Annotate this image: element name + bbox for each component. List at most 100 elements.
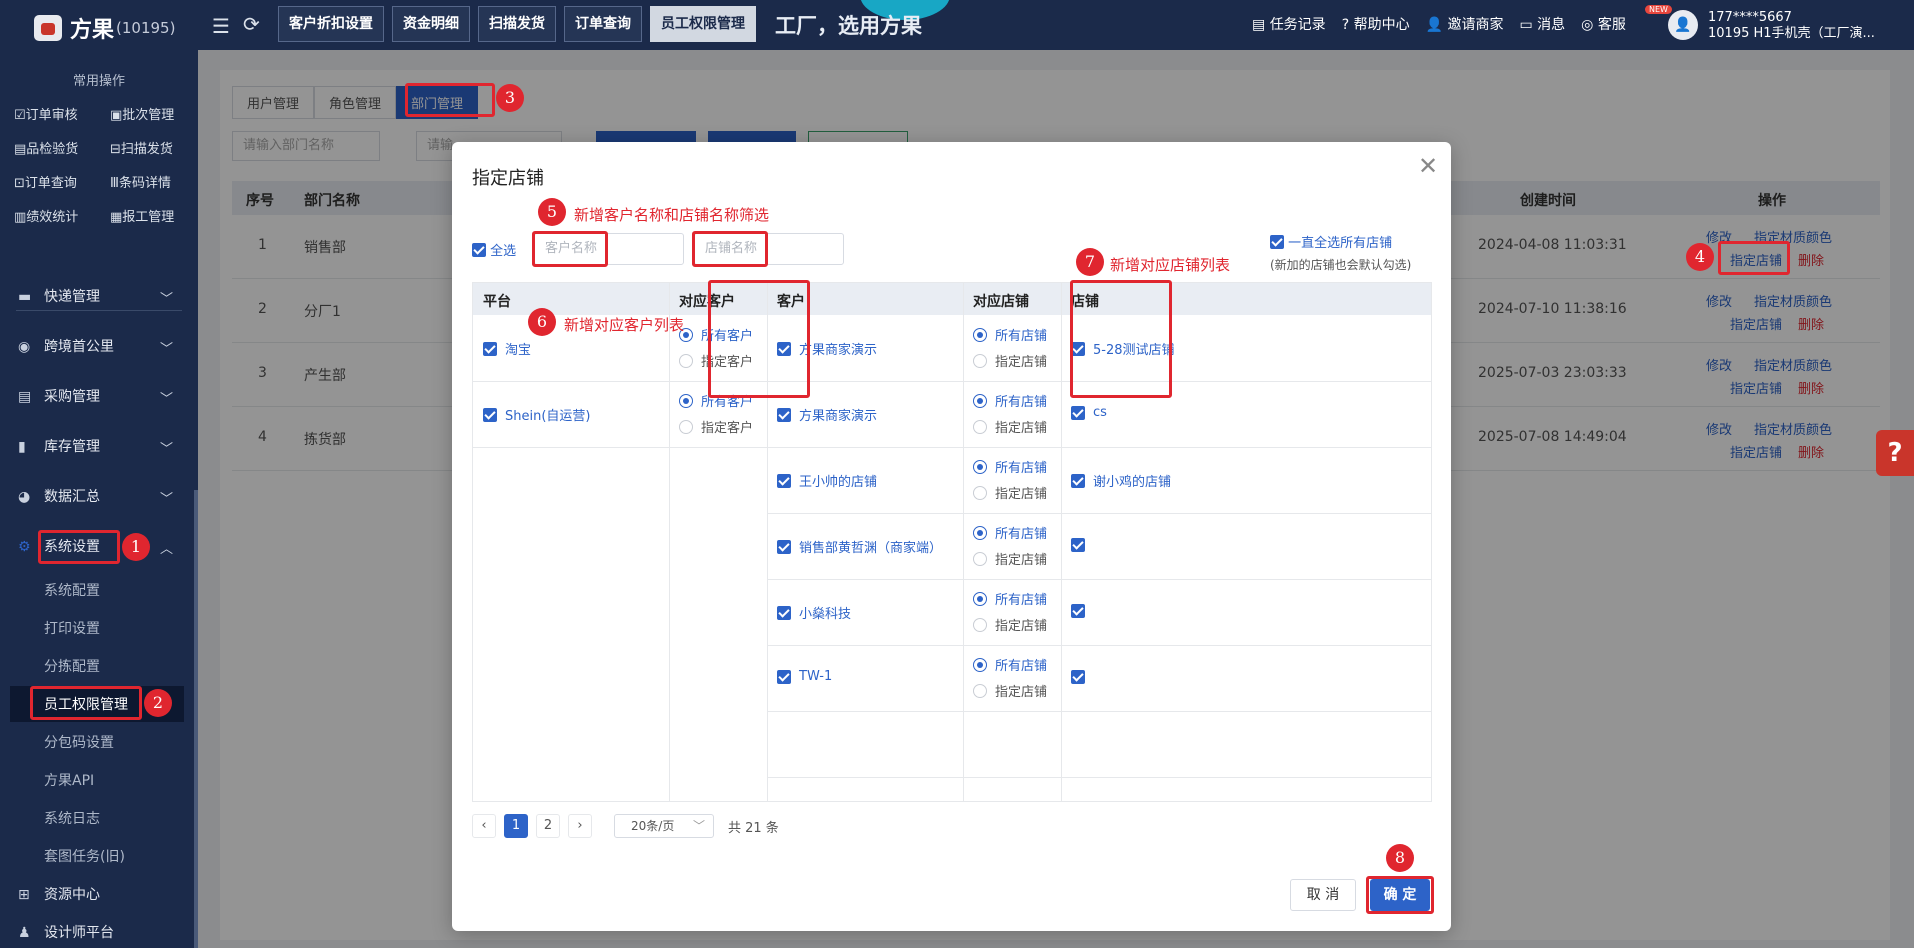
top-tab-discount[interactable]: 客户折扣设置 [278,6,384,42]
dialog-title: 指定店铺 [472,168,544,189]
radio-icon [973,459,987,474]
cancel-button[interactable]: 取 消 [1290,879,1356,911]
user-avatar-icon[interactable]: 👤 [1668,10,1698,40]
quick-scan-ship[interactable]: ⊟扫描发货 [110,138,173,157]
prev-page-button[interactable]: ‹ [472,814,496,838]
all-shops-radio[interactable]: 所有店铺 [973,523,1047,542]
inventory-icon: ▮ [18,439,26,455]
customer-checkbox[interactable]: 小燊科技 [777,603,851,622]
sidebar-item-crossborder[interactable]: ◉ 跨境首公里 [18,336,114,356]
radio-icon [973,327,987,342]
all-shops-radio[interactable]: 所有店铺 [973,391,1047,410]
sidebar-sub-print-settings[interactable]: 打印设置 [44,618,100,638]
chevron-up-icon: ︿ [160,542,174,557]
specified-shops-radio[interactable]: 指定店铺 [973,549,1047,568]
specified-customers-radio[interactable]: 指定客户 [679,417,753,436]
close-icon[interactable]: ✕ [1418,152,1438,180]
customer-label: 小燊科技 [799,607,852,622]
menu-toggle-icon[interactable]: ☰ [212,14,230,38]
user-info[interactable]: 177****5667 10195 H1手机壳（工厂演... [1708,10,1875,42]
new-badge: NEW [1645,5,1672,14]
quick-quality-check[interactable]: ▤品检验货 [14,138,78,157]
customer-checkbox[interactable]: 王小帅的店铺 [777,471,877,490]
highlight-staff-permission [30,686,142,720]
sidebar-sub-legacy-tasks[interactable]: 套图任务(旧) [44,846,125,866]
sidebar-item-express[interactable]: ▬ 快递管理 [18,286,100,306]
sidebar-sub-system-log[interactable]: 系统日志 [44,808,100,828]
top-tab-order-query[interactable]: 订单查询 [564,6,642,42]
customer-checkbox[interactable]: 销售部黄哲渊（商家端） [777,537,942,556]
chevron-down-icon: ﹀ [160,292,174,307]
specified-shops-radio[interactable]: 指定店铺 [973,483,1047,502]
sidebar-item-designer[interactable]: ♟ 设计师平台 [18,922,114,942]
logo-icon [34,15,62,41]
sidebar-item-resource-center[interactable]: ⊞ 资源中心 [18,884,100,904]
highlight-system-settings [38,530,120,564]
step-badge-7: 7 [1076,248,1104,276]
specified-shops-radio[interactable]: 指定店铺 [973,417,1047,436]
quick-work-report[interactable]: ▦报工管理 [110,206,174,225]
shop-checkbox[interactable]: 谢小鸡的店铺 [1071,471,1171,490]
refresh-icon[interactable]: ⟳ [243,12,260,36]
specified-shops-radio[interactable]: 指定店铺 [973,351,1047,370]
page-size-select[interactable]: 20条/页 ﹀ [614,814,714,838]
annotation-note-5: 新增客户名称和店铺名称筛选 [574,206,770,224]
task-record-link[interactable]: ▤ 任务记录 [1252,14,1326,34]
cart-icon: ▤ [18,389,32,405]
sidebar-item-purchase[interactable]: ▤ 采购管理 [18,386,100,406]
sidebar-item-data-summary[interactable]: ◕ 数据汇总 [18,486,100,506]
quick-barcode-detail[interactable]: Ⅲ条码详情 [110,172,171,191]
specified-shops-radio[interactable]: 指定店铺 [973,615,1047,634]
shop-checkbox[interactable] [1071,537,1085,552]
top-tab-funds[interactable]: 资金明细 [392,6,470,42]
all-shops-radio[interactable]: 所有店铺 [973,589,1047,608]
sidebar-item-inventory[interactable]: ▮ 库存管理 [18,436,100,456]
platform-checkbox[interactable]: 淘宝 [483,339,531,358]
page-1-button[interactable]: 1 [504,814,528,838]
quick-order-query[interactable]: ⊡订单查询 [14,172,77,191]
customer-checkbox[interactable]: TW-1 [777,669,832,684]
top-right-menu: ▤ 任务记录 ? 帮助中心 👤 邀请商家 ▭ 消息 ◎ 客服 [1252,14,1642,34]
shop-checkbox[interactable] [1071,603,1085,618]
quick-batch-manage[interactable]: ▣批次管理 [110,104,174,123]
page-2-button[interactable]: 2 [536,814,560,838]
help-center-link[interactable]: ? 帮助中心 [1342,14,1410,34]
select-all-checkbox[interactable]: 全选 [472,240,516,259]
radio-icon [973,419,987,434]
customer-service-link[interactable]: ◎ 客服 [1581,14,1626,34]
highlight-customer-column [708,280,810,398]
step-badge-6: 6 [528,308,556,336]
quick-order-review[interactable]: ☑订单审核 [14,104,78,123]
sidebar-sub-package-code[interactable]: 分包码设置 [44,732,114,752]
logo[interactable]: 方果 (10195) [34,12,175,44]
all-shops-radio[interactable]: 所有店铺 [973,325,1047,344]
shop-checkbox[interactable] [1071,669,1085,684]
highlight-assign-shop [1718,241,1790,275]
radio-icon [973,353,987,368]
top-tab-scan-ship[interactable]: 扫描发货 [478,6,556,42]
task-icon: ▤ [1252,17,1270,33]
total-count: 共 21 条 [728,820,779,836]
quick-performance[interactable]: ▥绩效统计 [14,206,78,225]
top-tab-staff-permission[interactable]: 员工权限管理 [650,6,756,42]
message-link[interactable]: ▭ 消息 [1519,14,1565,34]
always-select-all-checkbox[interactable]: 一直全选所有店铺 [1270,232,1392,251]
sidebar-sub-system-config[interactable]: 系统配置 [44,580,100,600]
table-header: 平台 对应客户 客户 对应店铺 店铺 [473,283,1431,315]
sidebar-sub-api[interactable]: 方果API [44,770,94,790]
invite-merchant-link[interactable]: 👤 邀请商家 [1426,14,1504,34]
platform-checkbox[interactable]: Shein(自运营) [483,405,590,424]
sidebar-sub-sorting-config[interactable]: 分拣配置 [44,656,100,676]
radio-icon [973,683,987,698]
customer-checkbox[interactable]: 方果商家演示 [777,405,877,424]
next-page-button[interactable]: › [568,814,592,838]
report-icon: ▦ [110,210,123,225]
specified-shops-radio[interactable]: 指定店铺 [973,681,1047,700]
step-badge-1: 1 [122,533,150,561]
help-float-icon[interactable]: ? [1876,430,1914,476]
sidebar-section-title: 常用操作 [72,74,125,89]
shop-checkbox[interactable]: cs [1071,405,1107,420]
th-platform: 平台 [483,294,511,310]
all-shops-radio[interactable]: 所有店铺 [973,457,1047,476]
all-shops-radio[interactable]: 所有店铺 [973,655,1047,674]
